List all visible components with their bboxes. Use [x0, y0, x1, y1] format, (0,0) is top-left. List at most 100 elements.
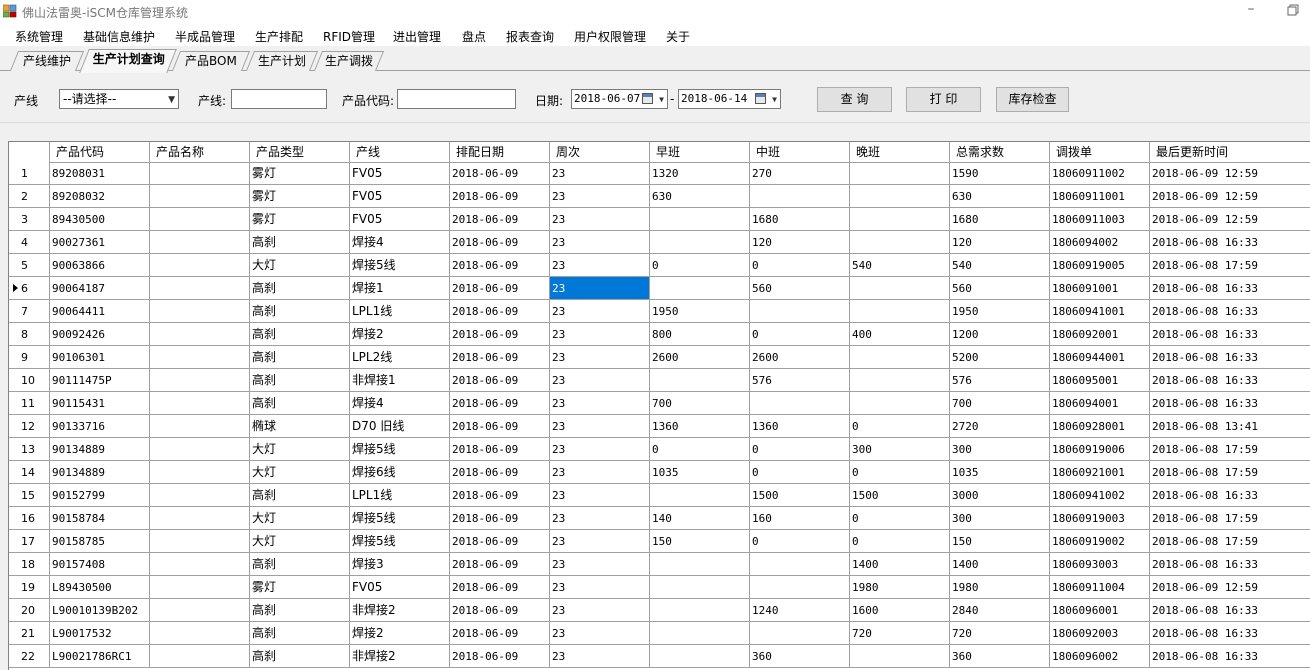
cell-night-shift[interactable]: 540 — [850, 254, 950, 277]
cell-morning-shift[interactable]: 2600 — [650, 346, 750, 369]
cell-last-updated[interactable]: 2018-06-08 17:59 — [1150, 530, 1310, 553]
cell-line[interactable]: 焊接2 — [350, 622, 450, 645]
cell-product-type[interactable]: 大灯 — [250, 254, 350, 277]
cell-product-type[interactable]: 高刹 — [250, 369, 350, 392]
menu-system[interactable]: 系统管理 — [15, 28, 63, 45]
cell-week[interactable]: 23 — [550, 369, 650, 392]
cell-middle-shift[interactable]: 360 — [750, 645, 850, 668]
cell-last-updated[interactable]: 2018-06-08 16:33 — [1150, 277, 1310, 300]
cell-morning-shift[interactable] — [650, 277, 750, 300]
cell-product-name[interactable] — [150, 277, 250, 300]
cell-transfer-order[interactable]: 18060919002 — [1050, 530, 1150, 553]
cell-week[interactable]: 23 — [550, 208, 650, 231]
cell-product-type[interactable]: 雾灯 — [250, 576, 350, 599]
cell-product-name[interactable] — [150, 231, 250, 254]
cell-product-type[interactable]: 高刹 — [250, 599, 350, 622]
restore-icon[interactable] — [1284, 1, 1302, 19]
row-header[interactable]: 1 — [9, 162, 50, 185]
cell-product-name[interactable] — [150, 461, 250, 484]
column-header-transfer-order[interactable]: 调拨单 — [1050, 142, 1150, 162]
table-row[interactable]: 19 L89430500 雾灯 FV05 2018-06-09 23 1980 1980 180… — [9, 576, 1310, 599]
cell-morning-shift[interactable] — [650, 576, 750, 599]
cell-night-shift[interactable]: 400 — [850, 323, 950, 346]
cell-last-updated[interactable]: 2018-06-09 12:59 — [1150, 185, 1310, 208]
cell-transfer-order[interactable]: 1806095001 — [1050, 369, 1150, 392]
cell-product-type[interactable]: 高刹 — [250, 484, 350, 507]
cell-transfer-order[interactable]: 18060944001 — [1050, 346, 1150, 369]
cell-line[interactable]: 焊接3 — [350, 553, 450, 576]
menu-production-schedule[interactable]: 生产排配 — [255, 28, 303, 45]
cell-morning-shift[interactable] — [650, 622, 750, 645]
cell-middle-shift[interactable]: 0 — [750, 254, 850, 277]
menu-in-out[interactable]: 进出管理 — [393, 28, 441, 45]
cell-schedule-date[interactable]: 2018-06-09 — [450, 438, 550, 461]
cell-product-name[interactable] — [150, 530, 250, 553]
row-header[interactable]: 21 — [9, 622, 50, 645]
cell-middle-shift[interactable]: 160 — [750, 507, 850, 530]
cell-product-name[interactable] — [150, 415, 250, 438]
cell-last-updated[interactable]: 2018-06-08 16:33 — [1150, 300, 1310, 323]
cell-total-demand[interactable]: 1200 — [950, 323, 1050, 346]
cell-week[interactable]: 23 — [550, 438, 650, 461]
cell-schedule-date[interactable]: 2018-06-09 — [450, 277, 550, 300]
table-row[interactable]: 6 90064187 高刹 焊接1 2018-06-09 23 560 560 18060910… — [9, 277, 1310, 300]
cell-product-code[interactable]: 90106301 — [50, 346, 150, 369]
cell-week[interactable]: 23 — [550, 346, 650, 369]
table-row[interactable]: 9 90106301 高刹 LPL2线 2018-06-09 23 2600 2600 5200… — [9, 346, 1310, 369]
date-from-picker[interactable]: 2018-06-07 ▼ — [571, 89, 668, 109]
cell-last-updated[interactable]: 2018-06-08 16:33 — [1150, 369, 1310, 392]
date-to-picker[interactable]: 2018-06-14 ▼ — [678, 89, 781, 109]
cell-middle-shift[interactable]: 576 — [750, 369, 850, 392]
cell-morning-shift[interactable] — [650, 645, 750, 668]
table-row[interactable]: 14 90134889 大灯 焊接6线 2018-06-09 23 1035 0 0 1035 18… — [9, 461, 1310, 484]
cell-middle-shift[interactable]: 270 — [750, 162, 850, 185]
cell-morning-shift[interactable] — [650, 599, 750, 622]
cell-schedule-date[interactable]: 2018-06-09 — [450, 576, 550, 599]
cell-schedule-date[interactable]: 2018-06-09 — [450, 162, 550, 185]
cell-night-shift[interactable] — [850, 231, 950, 254]
row-header[interactable]: 19 — [9, 576, 50, 599]
cell-last-updated[interactable]: 2018-06-08 17:59 — [1150, 461, 1310, 484]
cell-total-demand[interactable]: 1035 — [950, 461, 1050, 484]
cell-product-type[interactable]: 高刹 — [250, 277, 350, 300]
row-header[interactable]: 12 — [9, 415, 50, 438]
cell-transfer-order[interactable]: 1806096002 — [1050, 645, 1150, 668]
row-header[interactable]: 16 — [9, 507, 50, 530]
print-button[interactable]: 打 印 — [906, 87, 981, 112]
cell-morning-shift[interactable] — [650, 208, 750, 231]
cell-transfer-order[interactable]: 18060921001 — [1050, 461, 1150, 484]
cell-product-code[interactable]: L89430500 — [50, 576, 150, 599]
cell-middle-shift[interactable]: 0 — [750, 461, 850, 484]
cell-schedule-date[interactable]: 2018-06-09 — [450, 323, 550, 346]
cell-schedule-date[interactable]: 2018-06-09 — [450, 185, 550, 208]
cell-schedule-date[interactable]: 2018-06-09 — [450, 645, 550, 668]
cell-line[interactable]: 焊接5线 — [350, 438, 450, 461]
cell-product-type[interactable]: 椭球 — [250, 415, 350, 438]
cell-product-type[interactable]: 高刹 — [250, 323, 350, 346]
cell-morning-shift[interactable] — [650, 553, 750, 576]
cell-transfer-order[interactable]: 18060911004 — [1050, 576, 1150, 599]
cell-week[interactable]: 23 — [550, 553, 650, 576]
cell-total-demand[interactable]: 1400 — [950, 553, 1050, 576]
row-header[interactable]: 11 — [9, 392, 50, 415]
cell-morning-shift[interactable]: 630 — [650, 185, 750, 208]
production-plan-grid[interactable]: 产品代码 产品名称 产品类型 产线 排配日期 周次 早班 中班 晚班 总需求数 调拨单 最后更新时间 … — [8, 141, 1310, 670]
cell-schedule-date[interactable]: 2018-06-09 — [450, 553, 550, 576]
cell-morning-shift[interactable] — [650, 369, 750, 392]
cell-total-demand[interactable]: 630 — [950, 185, 1050, 208]
cell-product-code[interactable]: 90133716 — [50, 415, 150, 438]
cell-product-type[interactable]: 大灯 — [250, 530, 350, 553]
row-header[interactable]: 6 — [9, 277, 50, 300]
cell-product-name[interactable] — [150, 300, 250, 323]
cell-product-type[interactable]: 大灯 — [250, 507, 350, 530]
row-header[interactable]: 4 — [9, 231, 50, 254]
cell-schedule-date[interactable]: 2018-06-09 — [450, 507, 550, 530]
cell-transfer-order[interactable]: 18060919003 — [1050, 507, 1150, 530]
tab-line-maintenance[interactable]: 产线维护 — [9, 51, 85, 71]
cell-morning-shift[interactable]: 800 — [650, 323, 750, 346]
row-header[interactable]: 7 — [9, 300, 50, 323]
column-header-week[interactable]: 周次 — [550, 142, 650, 162]
cell-product-code[interactable]: 90092426 — [50, 323, 150, 346]
cell-middle-shift[interactable]: 0 — [750, 530, 850, 553]
cell-week[interactable]: 23 — [550, 622, 650, 645]
